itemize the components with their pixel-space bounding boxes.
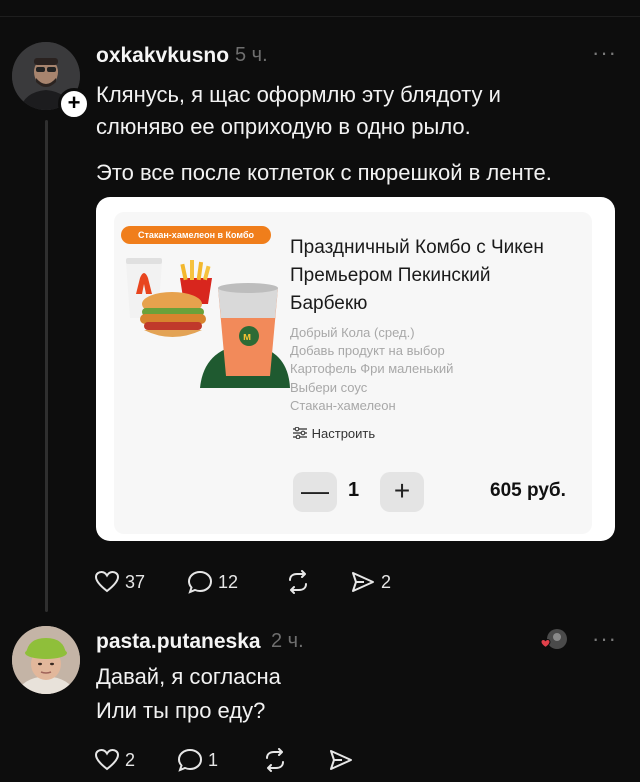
- product-price: 605 руб.: [490, 480, 566, 501]
- product-item: Картофель Фри маленький: [290, 361, 454, 376]
- comment-button[interactable]: 12: [187, 570, 238, 594]
- product-item: Добавь продукт на выбор: [290, 343, 445, 358]
- decrease-quantity-button[interactable]: —: [293, 472, 337, 512]
- like-button[interactable]: 37: [94, 570, 145, 594]
- post-time: 5 ч.: [235, 44, 268, 66]
- share-count: 2: [381, 571, 392, 592]
- follow-plus-icon[interactable]: +: [58, 88, 90, 120]
- combo-meal-image: м: [126, 258, 290, 388]
- increase-quantity-button[interactable]: +: [380, 472, 424, 512]
- customize-label: Настроить: [311, 426, 376, 441]
- post-text-line: слюняво ее оприходую в одно рыло.: [96, 114, 471, 139]
- customize-button[interactable]: Настроить: [292, 426, 375, 441]
- like-count: 37: [125, 571, 146, 592]
- reply-time: 2 ч.: [271, 630, 304, 652]
- product-item: Выбери соус: [290, 380, 368, 395]
- product-item: Стакан-хамелеон: [290, 398, 396, 413]
- product-title-line: Праздничный Комбо с Чикен: [290, 237, 544, 258]
- send-icon: [352, 572, 374, 592]
- repost-button[interactable]: [285, 570, 311, 594]
- repost-icon: [266, 748, 284, 772]
- share-button[interactable]: 2: [350, 570, 391, 594]
- svg-text:м: м: [243, 331, 251, 343]
- promo-badge: Стакан-хамелеон в Комбо: [121, 226, 271, 244]
- repost-button[interactable]: [262, 748, 288, 772]
- author-liked-icon: [540, 629, 567, 649]
- repost-icon: [289, 570, 307, 594]
- more-options-icon[interactable]: ···: [592, 40, 617, 66]
- product-item: Добрый Кола (сред.): [290, 325, 415, 340]
- heart-icon: [94, 748, 120, 771]
- comment-icon: [187, 570, 213, 594]
- product-title-line: Премьером Пекинский: [290, 265, 491, 286]
- heart-icon: [94, 570, 120, 593]
- thread-line: [45, 120, 48, 612]
- comment-count: 1: [208, 749, 219, 770]
- reply-text-line: Давай, я согласна: [96, 664, 281, 689]
- comment-button[interactable]: 1: [177, 748, 218, 772]
- comment-count: 12: [218, 571, 239, 592]
- avatar[interactable]: [12, 626, 80, 694]
- post-text-line: Это все после котлеток с пюрешкой в лент…: [96, 160, 552, 185]
- like-count: 2: [125, 749, 136, 770]
- send-icon: [330, 750, 352, 770]
- comment-icon: [177, 748, 203, 772]
- reply-username[interactable]: pasta.putaneska: [96, 630, 261, 654]
- share-button[interactable]: [328, 748, 354, 772]
- product-title-line: Барбекю: [290, 293, 368, 314]
- more-options-icon[interactable]: ···: [592, 626, 617, 652]
- post-username[interactable]: oxkakvkusno: [96, 44, 229, 68]
- top-divider: [0, 16, 640, 17]
- reply-text-line: Или ты про еду?: [96, 698, 266, 723]
- sliders-icon: [293, 426, 307, 440]
- like-button[interactable]: 2: [94, 748, 135, 772]
- quantity-value: 1: [348, 479, 360, 501]
- post-text-line: Клянусь, я щас оформлю эту блядоту и: [96, 82, 501, 107]
